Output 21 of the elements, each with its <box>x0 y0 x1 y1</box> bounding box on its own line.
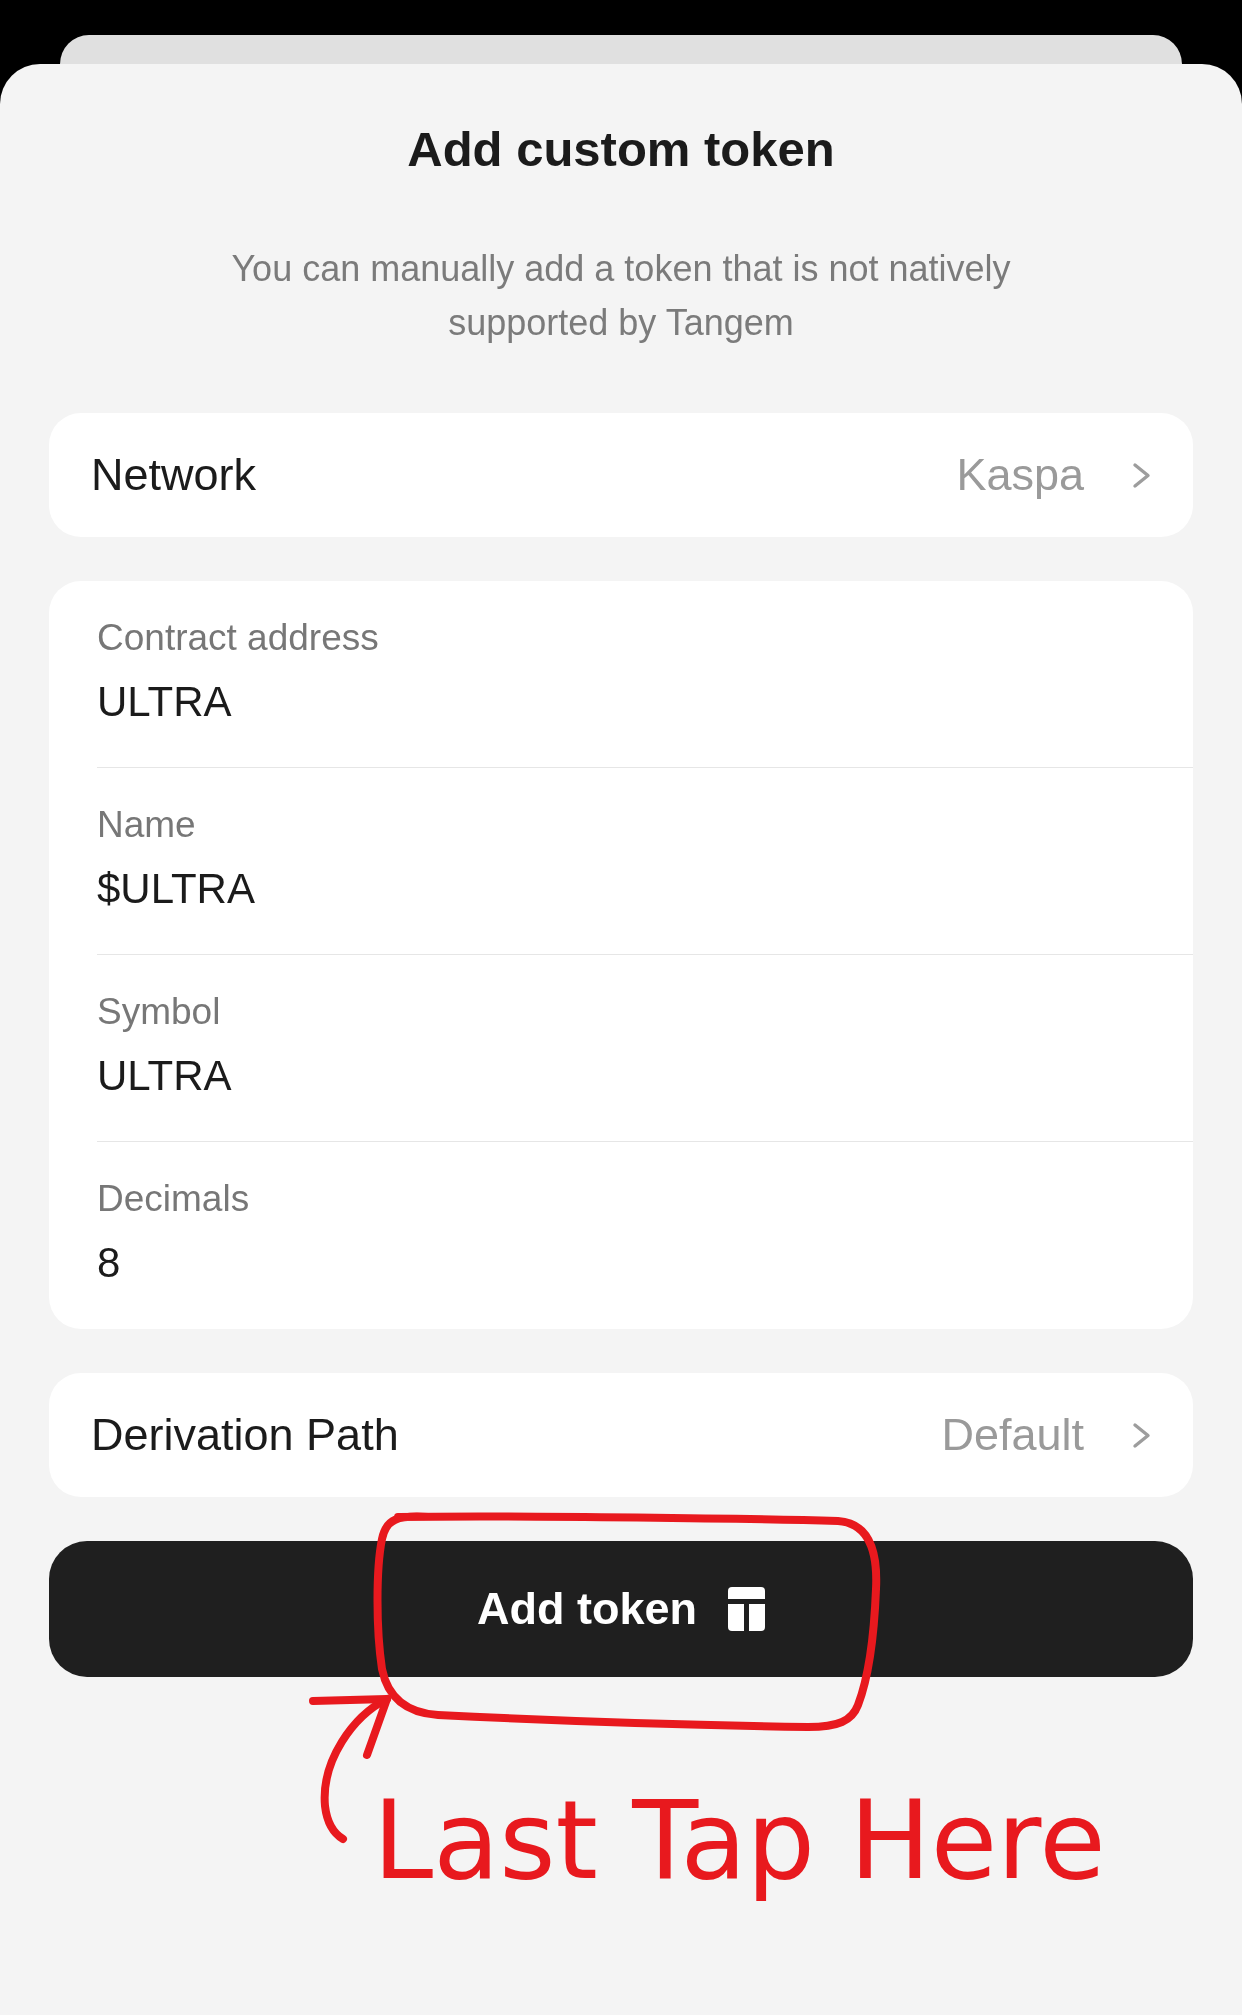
add-token-button[interactable]: Add token <box>49 1541 1193 1677</box>
row-value: Default <box>941 1408 1084 1462</box>
text-field[interactable]: ULTRA <box>97 677 232 727</box>
field-label: Contract address <box>97 616 379 660</box>
row-label: Network <box>91 448 257 502</box>
field-label: Decimals <box>97 1177 250 1221</box>
field-label: Symbol <box>97 990 221 1034</box>
text-field[interactable]: ULTRA <box>97 1051 232 1101</box>
derivation-path-row[interactable]: Derivation Path Default <box>49 1373 1193 1497</box>
row-label: Derivation Path <box>91 1408 399 1462</box>
field-label: Name <box>97 803 196 847</box>
sheet-title: Add custom token <box>407 121 835 178</box>
row-value: Kaspa <box>956 448 1084 502</box>
chevron-icon <box>1131 461 1152 489</box>
sheet-description: You can manually add a token that is not natively supported by Tangem <box>230 247 1012 345</box>
network-row[interactable]: Network Kaspa <box>49 413 1193 537</box>
text-field[interactable]: 8 <box>97 1238 121 1288</box>
chevron-icon <box>1131 1421 1152 1449</box>
logo-icon <box>728 1587 765 1631</box>
text-field[interactable]: $ULTRA <box>97 864 255 914</box>
annotation-text: Last Tap Here <box>373 1777 1106 1905</box>
